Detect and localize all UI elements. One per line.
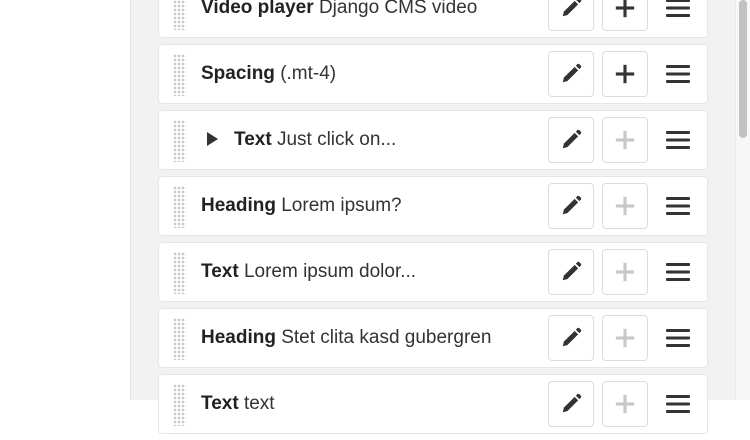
add-plugin-button[interactable]	[602, 249, 648, 295]
plugin-type: Text	[201, 393, 239, 414]
plugin-type: Video player	[201, 0, 314, 18]
pencil-icon	[560, 327, 582, 349]
drag-handle-icon[interactable]	[173, 0, 186, 30]
page-content-area	[0, 0, 130, 400]
plugin-type: Text	[201, 261, 239, 282]
edit-button[interactable]	[548, 117, 594, 163]
plugin-summary: text	[243, 393, 275, 414]
plugin-type: Spacing	[201, 63, 275, 84]
edit-button[interactable]	[548, 0, 594, 31]
hamburger-menu-icon[interactable]	[663, 0, 693, 20]
plus-icon	[614, 393, 636, 415]
pencil-icon	[560, 393, 582, 415]
plugin-title[interactable]: Text Just click on...	[201, 111, 396, 169]
hamburger-menu-icon[interactable]	[663, 392, 693, 416]
plugin-summary: Lorem ipsum dolor...	[243, 261, 417, 282]
plugin-summary: Stet clita kasd gubergren	[281, 327, 492, 348]
plugin-type: Heading	[201, 195, 276, 216]
pencil-icon	[560, 0, 582, 19]
pencil-icon	[560, 129, 582, 151]
plugin-type: Heading	[201, 327, 276, 348]
pencil-icon	[560, 261, 582, 283]
add-plugin-button[interactable]	[602, 381, 648, 427]
plugin-row-5[interactable]: Heading Stet clita kasd gubergren	[158, 308, 708, 368]
hamburger-menu-icon[interactable]	[663, 194, 693, 218]
hamburger-menu-icon[interactable]	[663, 326, 693, 350]
drag-handle-icon[interactable]	[173, 252, 186, 294]
expand-arrow-icon[interactable]	[207, 132, 218, 146]
hamburger-menu-icon[interactable]	[663, 128, 693, 152]
pencil-icon	[560, 195, 582, 217]
pencil-icon	[560, 63, 582, 85]
drag-handle-icon[interactable]	[173, 54, 186, 96]
plugin-title[interactable]: Heading Lorem ipsum?	[201, 177, 402, 235]
add-plugin-button[interactable]	[602, 183, 648, 229]
plugin-list: Video player Django CMS video Spacing (.…	[158, 0, 708, 440]
drag-handle-icon[interactable]	[173, 186, 186, 228]
plugin-type: Text	[234, 129, 272, 150]
add-plugin-button[interactable]	[602, 117, 648, 163]
edit-button[interactable]	[548, 315, 594, 361]
plugin-row-1[interactable]: Spacing (.mt-4)	[158, 44, 708, 104]
plus-icon	[614, 129, 636, 151]
plugin-title[interactable]: Video player Django CMS video	[201, 0, 477, 37]
plugin-row-6[interactable]: Text text	[158, 374, 708, 434]
plus-icon	[614, 0, 636, 19]
plugin-title[interactable]: Text Lorem ipsum dolor...	[201, 243, 416, 301]
plus-icon	[614, 327, 636, 349]
hamburger-menu-icon[interactable]	[663, 260, 693, 284]
plus-icon	[614, 261, 636, 283]
edit-button[interactable]	[548, 249, 594, 295]
drag-handle-icon[interactable]	[173, 120, 186, 162]
plugin-row-3[interactable]: Heading Lorem ipsum?	[158, 176, 708, 236]
plus-icon	[614, 63, 636, 85]
plugin-summary: Django CMS video	[318, 0, 478, 18]
scrollbar-thumb[interactable]	[739, 0, 747, 138]
plugin-row-2[interactable]: Text Just click on...	[158, 110, 708, 170]
edit-button[interactable]	[548, 381, 594, 427]
plugin-summary: (.mt-4)	[280, 63, 337, 84]
plugin-title[interactable]: Spacing (.mt-4)	[201, 45, 336, 103]
edit-button[interactable]	[548, 183, 594, 229]
plus-icon	[614, 195, 636, 217]
drag-handle-icon[interactable]	[173, 318, 186, 360]
plugin-summary: Lorem ipsum?	[281, 195, 402, 216]
add-plugin-button[interactable]	[602, 315, 648, 361]
plugin-row-0[interactable]: Video player Django CMS video	[158, 0, 708, 38]
add-plugin-button[interactable]	[602, 51, 648, 97]
plugin-title[interactable]: Heading Stet clita kasd gubergren	[201, 309, 491, 367]
plugin-summary: Just click on...	[276, 129, 397, 150]
drag-handle-icon[interactable]	[173, 384, 186, 426]
edit-button[interactable]	[548, 51, 594, 97]
hamburger-menu-icon[interactable]	[663, 62, 693, 86]
add-plugin-button[interactable]	[602, 0, 648, 31]
plugin-title[interactable]: Text text	[201, 375, 275, 433]
plugin-row-4[interactable]: Text Lorem ipsum dolor...	[158, 242, 708, 302]
